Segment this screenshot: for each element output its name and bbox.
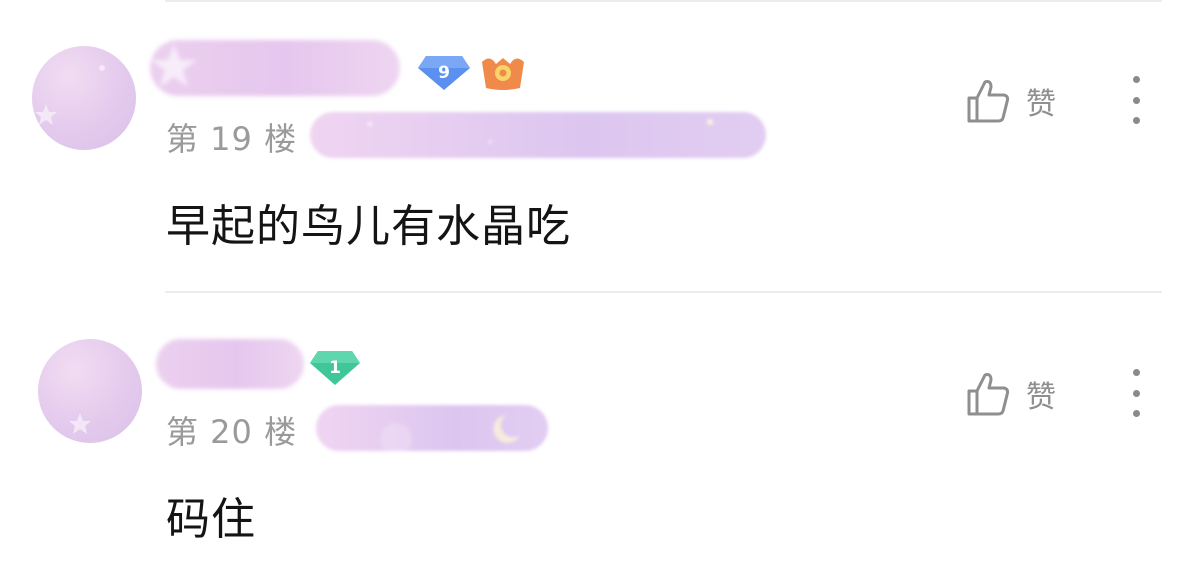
more-dot [1132,389,1140,397]
like-label: 赞 [1026,380,1056,415]
meta-info-blurred [316,405,548,451]
comment-item: 9 第 19 楼 早起的鸟儿有水晶吃 赞 [0,0,1200,291]
star-decoration-icon [69,413,91,434]
thumbs-up-icon [967,80,1010,123]
svg-text:9: 9 [438,63,450,83]
level-badge: 1 [308,347,362,387]
star-decoration-icon [151,44,197,87]
svg-text:1: 1 [329,358,341,378]
more-dot [1132,117,1140,124]
like-button[interactable]: 赞 [966,371,1056,417]
diamond-level-icon: 9 [418,56,470,90]
avatar[interactable] [38,339,142,443]
more-options-button[interactable] [1126,76,1146,124]
comment-text: 早起的鸟儿有水晶吃 [166,201,571,252]
level-badge: 9 [416,52,472,92]
more-dot [1132,410,1140,417]
moon-decoration-icon [380,415,520,451]
meta-info-blurred [310,112,766,158]
more-vertical-icon [1132,369,1140,376]
more-vertical-icon [1132,76,1140,83]
floor-number: 第 20 楼 [166,413,298,451]
comment-text: 码住 [166,494,256,545]
comment-item: 1 第 20 楼 码住 赞 [0,293,1200,579]
floor-number: 第 19 楼 [166,120,298,158]
thumbs-up-icon [967,373,1010,416]
more-dot [1132,96,1140,104]
like-button[interactable]: 赞 [966,78,1056,124]
sparkle-decoration-icon [368,119,713,144]
like-label: 赞 [1026,87,1056,122]
username-blurred[interactable] [150,40,400,96]
avatar[interactable] [32,46,136,150]
diamond-level-icon: 1 [310,351,360,385]
vip-badge [478,52,528,92]
username-blurred[interactable] [156,339,304,389]
star-decoration-icon [35,65,105,125]
more-options-button[interactable] [1126,369,1146,417]
crown-badge-icon [482,58,524,90]
